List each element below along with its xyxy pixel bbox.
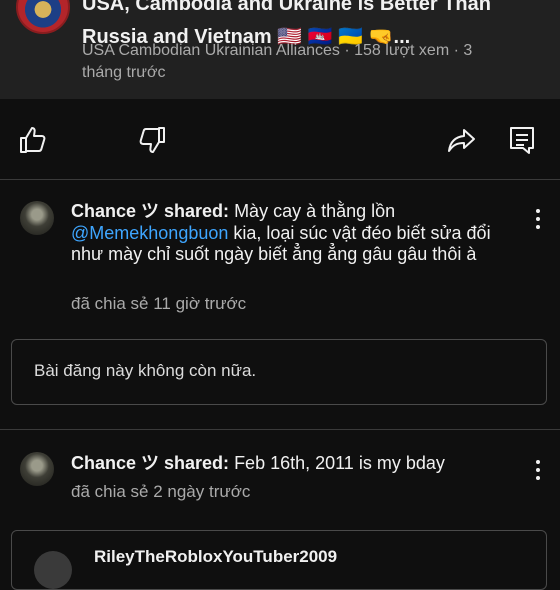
removed-notice: Bài đăng này không còn nữa. — [34, 361, 257, 380]
shared-post-card[interactable]: RileyTheRobloxYouTuber2009 — [11, 530, 547, 590]
action-bar — [0, 100, 560, 178]
avatar[interactable] — [20, 201, 54, 235]
avatar[interactable] — [20, 452, 54, 486]
post-time: đã chia sẻ 11 giờ trước — [71, 294, 247, 313]
post-time: đã chia sẻ 2 ngày trước — [71, 482, 251, 501]
video-header[interactable]: USA, Cambodia and Ukraine is Better Than… — [0, 0, 560, 99]
avatar[interactable] — [34, 551, 72, 589]
comment-icon[interactable] — [506, 124, 538, 156]
post-body: Feb 16th, 2011 is my bday — [234, 453, 445, 473]
shared-post-author[interactable]: RileyTheRobloxYouTuber2009 — [94, 547, 337, 567]
post-text: Chance ツ shared: Feb 16th, 2011 is my bd… — [71, 453, 501, 475]
post-text: Chance ツ shared: Mày cay à thằng lồn @Me… — [71, 201, 501, 266]
mention-link[interactable]: @Memekhongbuon — [71, 223, 228, 243]
thumbs-down-icon[interactable] — [136, 124, 168, 156]
channel-avatar[interactable] — [16, 0, 70, 34]
more-options-icon[interactable] — [528, 207, 548, 231]
post-author[interactable]: Chance ツ shared: — [71, 201, 229, 221]
thumbs-up-icon[interactable] — [17, 124, 49, 156]
post-author[interactable]: Chance ツ shared: — [71, 453, 229, 473]
more-options-icon[interactable] — [528, 458, 548, 482]
share-icon[interactable] — [446, 124, 478, 156]
removed-post-card: Bài đăng này không còn nữa. — [11, 339, 547, 405]
post-body-start: Mày cay à thằng lồn — [234, 201, 396, 221]
video-meta: USA Cambodian Ukrainian Alliances · 158 … — [82, 42, 473, 81]
